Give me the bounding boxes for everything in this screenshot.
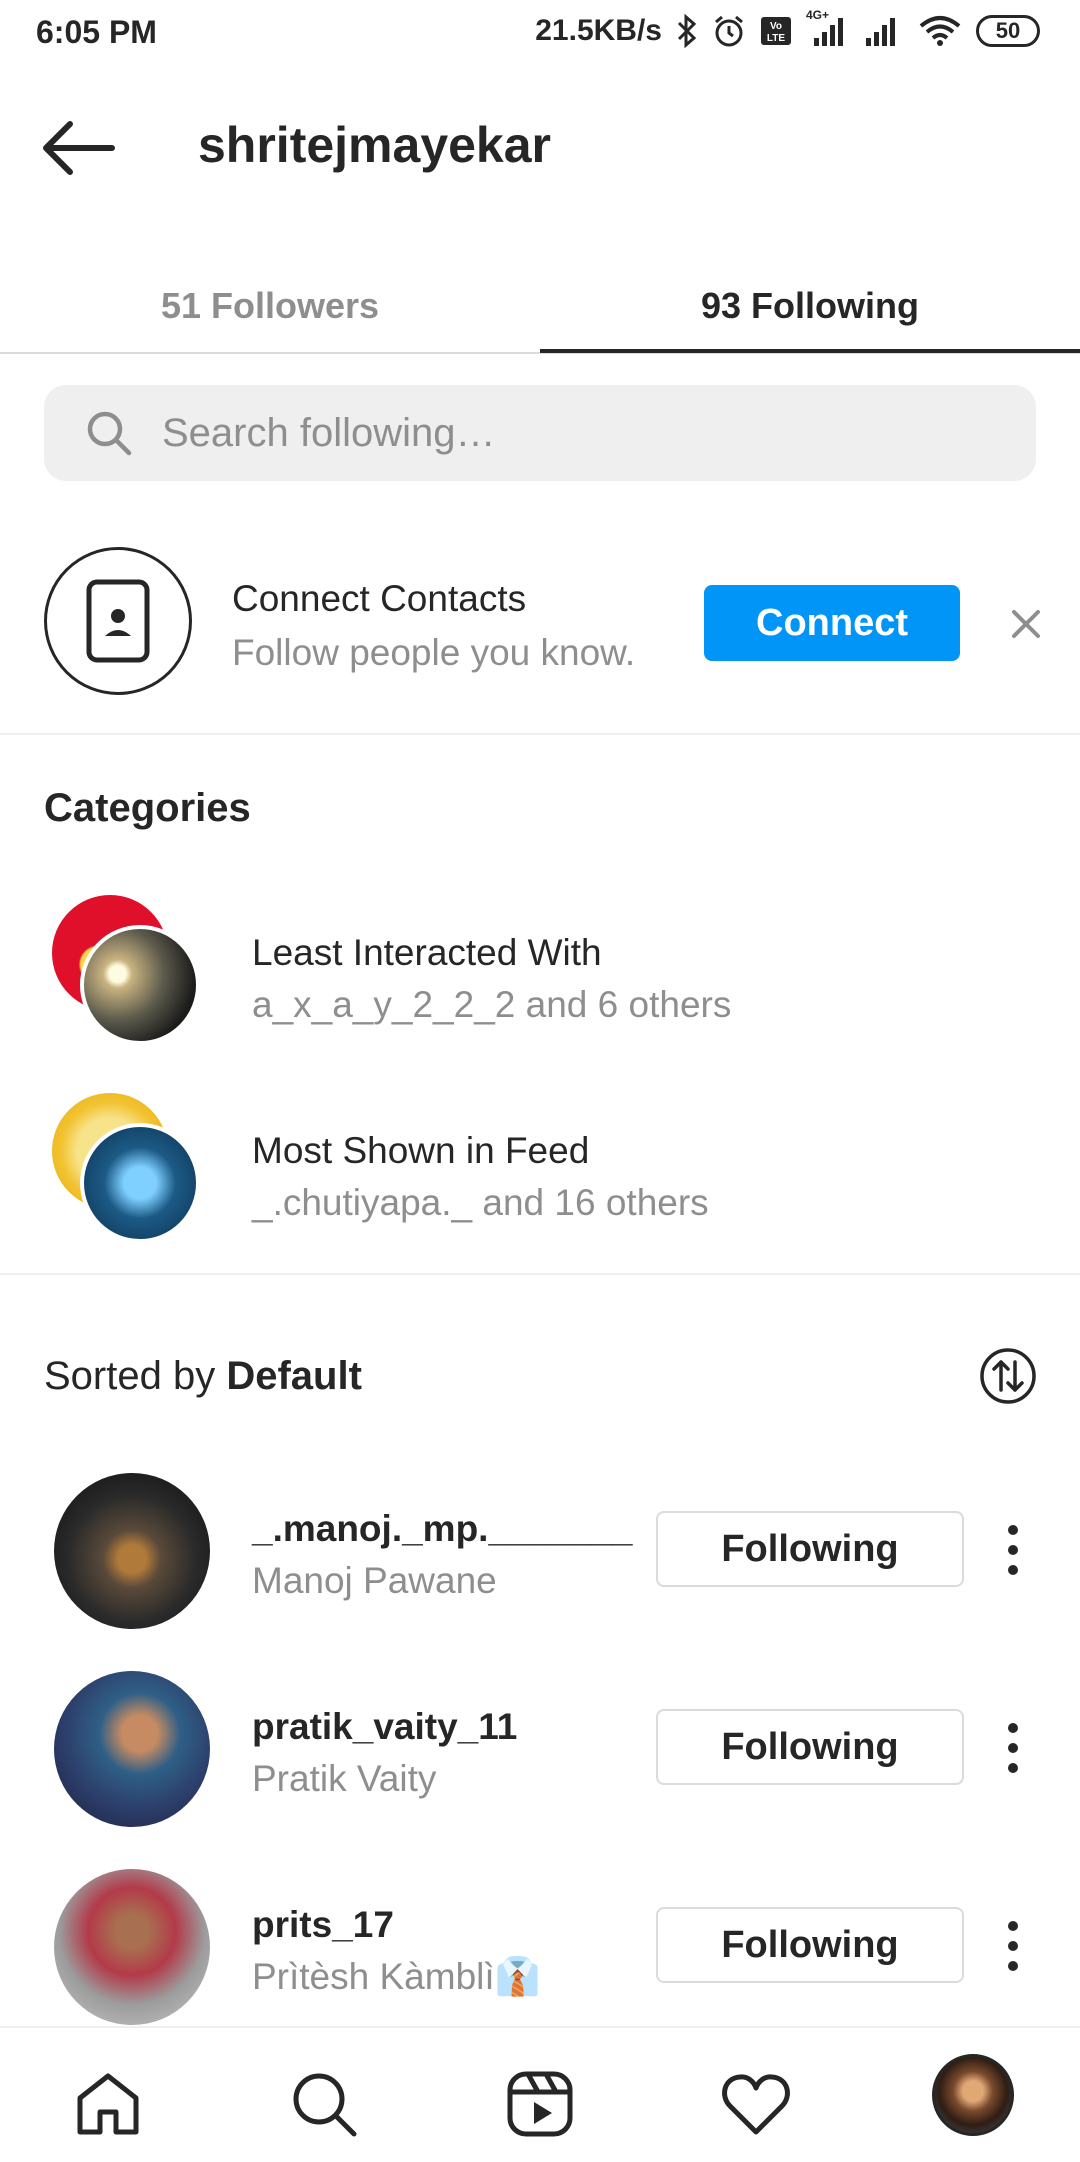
- connect-button[interactable]: Connect: [704, 585, 960, 661]
- reels-icon[interactable]: [504, 2068, 576, 2140]
- svg-text:Vo: Vo: [770, 21, 782, 32]
- following-button[interactable]: Following: [656, 1511, 964, 1587]
- connect-contacts-subtitle: Follow people you know.: [232, 632, 636, 673]
- wifi-icon: [919, 16, 961, 46]
- category-subtitle: a_x_a_y_2_2_2 and 6 others: [252, 984, 732, 1025]
- more-options-icon[interactable]: [996, 1918, 1030, 1974]
- row-fullname: Pratik Vaity: [252, 1758, 437, 1799]
- more-options-icon[interactable]: [996, 1720, 1030, 1776]
- row-username[interactable]: prits_17: [252, 1904, 394, 1946]
- alarm-icon: [715, 15, 743, 47]
- home-icon[interactable]: [72, 2068, 144, 2140]
- signal-icon: [866, 18, 895, 46]
- category-most-shown[interactable]: Most Shown in Feed: [252, 1130, 589, 1172]
- status-time: 6:05 PM: [36, 14, 157, 50]
- page-title: shritejmayekar: [198, 117, 552, 173]
- network-speed: 21.5KB/s: [535, 14, 662, 47]
- network-badge: 4G+: [806, 8, 830, 22]
- row-fullname: Manoj Pawane: [252, 1560, 497, 1601]
- avatar[interactable]: [54, 1869, 210, 2025]
- section-divider: [0, 733, 1080, 735]
- sort-value: Default: [226, 1354, 362, 1398]
- battery-icon: 50: [976, 15, 1040, 47]
- row-fullname: Prìtèsh Kàmblì👔: [252, 1956, 541, 1997]
- connect-contacts-title: Connect Contacts: [232, 578, 527, 619]
- category-subtitle: _.chutiyapa._ and 16 others: [252, 1182, 709, 1223]
- following-button[interactable]: Following: [656, 1907, 964, 1983]
- categories-title: Categories: [44, 786, 251, 830]
- avatar: [80, 1123, 200, 1243]
- contact-book-icon: [86, 579, 150, 663]
- avatar[interactable]: [54, 1671, 210, 1827]
- sort-icon[interactable]: [978, 1346, 1038, 1406]
- search-input[interactable]: [160, 409, 984, 457]
- svg-text:LTE: LTE: [767, 33, 785, 44]
- heart-icon[interactable]: [720, 2068, 792, 2140]
- status-icons: 21.5KB/s Vo LTE 4G+ 50: [535, 8, 1040, 48]
- row-username[interactable]: _.manoj._mp._______: [252, 1508, 633, 1550]
- profile-avatar[interactable]: [932, 2054, 1014, 2136]
- avatar: [80, 925, 200, 1045]
- volte-icon: VoLTE: [761, 17, 791, 45]
- more-options-icon[interactable]: [996, 1522, 1030, 1578]
- category-least-interacted[interactable]: Least Interacted With: [252, 932, 602, 974]
- tab-active-indicator: [540, 349, 1080, 353]
- back-arrow-icon[interactable]: [40, 118, 120, 178]
- search-icon[interactable]: [288, 2068, 360, 2140]
- bluetooth-icon: [677, 14, 697, 48]
- close-icon[interactable]: [1008, 606, 1044, 642]
- sort-prefix: Sorted by: [44, 1354, 227, 1398]
- signal-4g-icon: 4G+: [806, 8, 850, 48]
- least-interacted-avatars[interactable]: [52, 895, 212, 1055]
- contacts-icon-circle: [44, 547, 192, 695]
- following-button[interactable]: Following: [656, 1709, 964, 1785]
- search-icon: [87, 411, 132, 456]
- row-username[interactable]: pratik_vaity_11: [252, 1706, 517, 1748]
- tab-followers[interactable]: 51 Followers: [0, 260, 540, 352]
- most-shown-avatars[interactable]: [52, 1093, 212, 1253]
- section-divider: [0, 1273, 1080, 1275]
- sort-label[interactable]: Sorted by Default: [44, 1354, 362, 1399]
- search-bar[interactable]: [44, 385, 1036, 481]
- avatar[interactable]: [54, 1473, 210, 1629]
- tab-following[interactable]: 93 Following: [540, 260, 1080, 352]
